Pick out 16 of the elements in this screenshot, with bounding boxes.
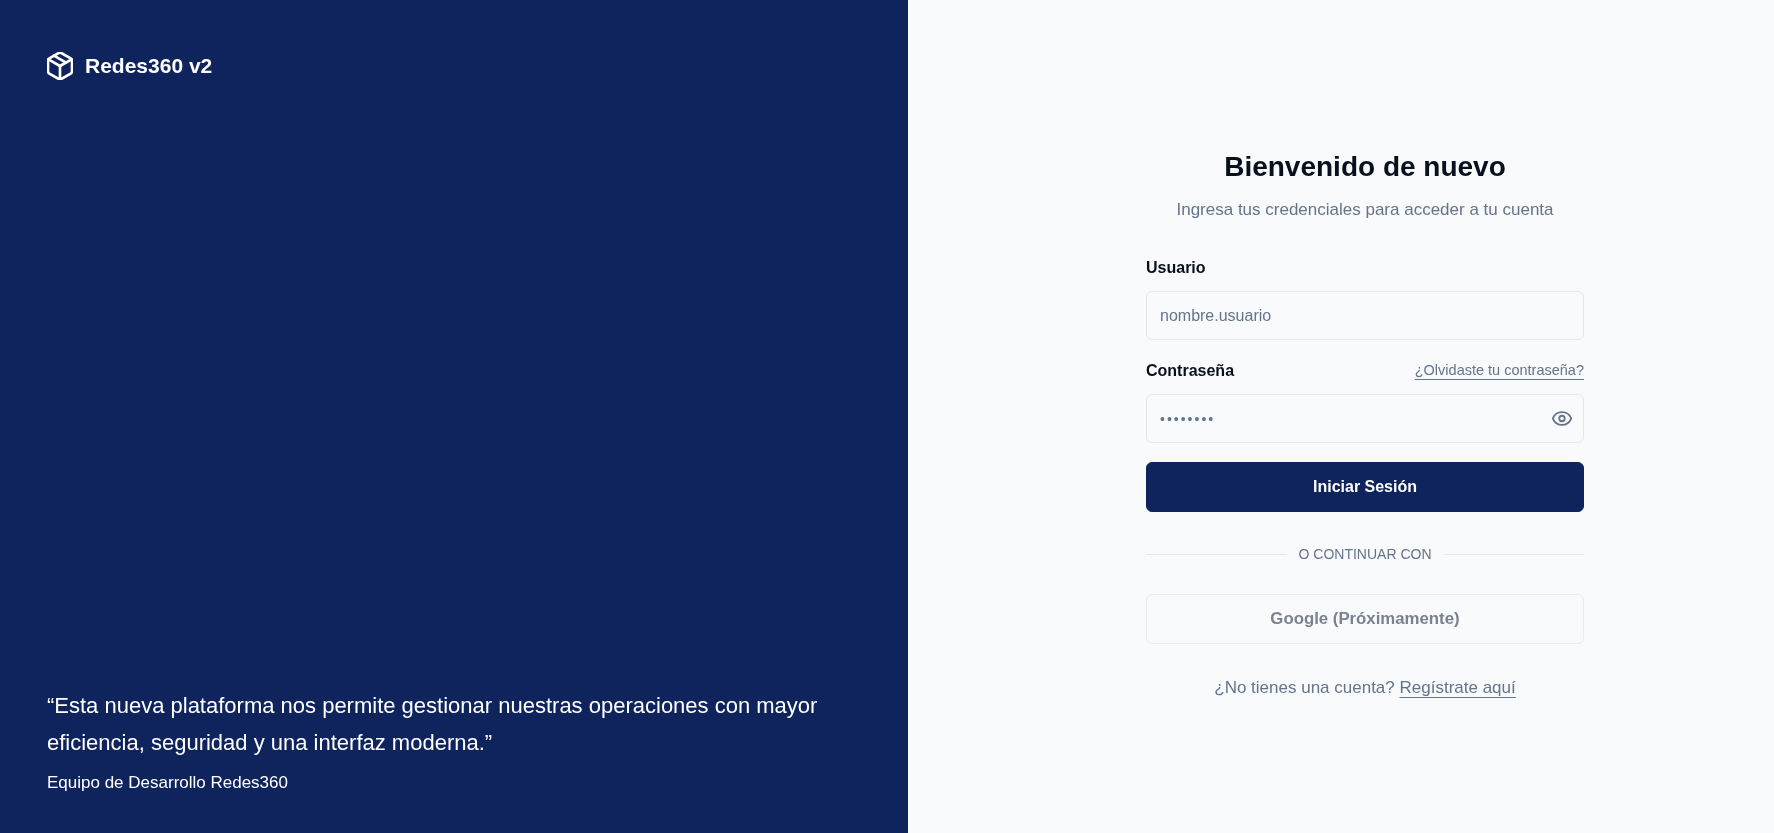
forgot-password-link[interactable]: ¿Olvidaste tu contraseña? [1414, 360, 1584, 382]
username-field[interactable]: nombre.usuario [1146, 291, 1584, 340]
form-subtitle: Ingresa tus credenciales para acceder a tu cuenta [1175, 198, 1555, 221]
sign-in-button[interactable]: Iniciar Sesión [1146, 462, 1584, 512]
eye-icon[interactable] [1552, 411, 1572, 426]
password-field[interactable]: •••••••• [1146, 394, 1584, 443]
testimonial-quote: “Esta nueva plataforma nos permite gestionar nuestras operaciones con mayor eficiencia, seguridad y una interfaz moderna.” [47, 691, 819, 757]
register-prompt: ¿No tienes una cuenta? [1214, 678, 1395, 697]
register-link[interactable]: Regístrate aquí [1399, 678, 1516, 697]
testimonial-author: Equipo de Desarrollo Redes360 [47, 771, 289, 794]
form-title: Bienvenido de nuevo [1223, 149, 1507, 184]
brand-name: Redes360 v2 [85, 53, 213, 79]
field-label: Usuario [1146, 258, 1206, 278]
field-label: Contraseña [1146, 361, 1235, 381]
cube-icon [47, 51, 73, 80]
divider-label: O CONTINUAR CON [1298, 545, 1432, 564]
